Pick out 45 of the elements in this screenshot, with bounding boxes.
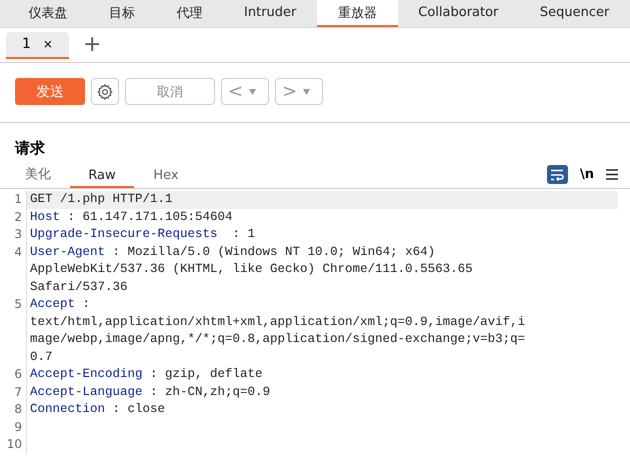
main-tab[interactable]: Collaborator bbox=[398, 0, 520, 27]
settings-button[interactable] bbox=[91, 78, 119, 105]
line-number: 3 bbox=[0, 226, 27, 244]
tab-label: 1 bbox=[22, 36, 31, 52]
word-wrap-button[interactable] bbox=[546, 165, 568, 184]
code-line: Safari/537.36 bbox=[30, 278, 129, 296]
dropdown-caret-icon bbox=[249, 88, 256, 94]
view-tab[interactable]: Raw bbox=[70, 168, 134, 188]
view-tab[interactable]: Hex bbox=[134, 168, 198, 188]
header-line: Accept-Language : zh-CN,zh;q=0.9 bbox=[30, 384, 272, 400]
header-line: Accept-Encoding : gzip, deflate bbox=[30, 366, 264, 383]
line-number: 5 bbox=[0, 296, 27, 366]
header-line: Upgrade-Insecure-Requests : 1 bbox=[30, 226, 256, 243]
header-line: Host : 61.147.171.105:54604 bbox=[30, 208, 234, 226]
header-line: Connection : close bbox=[30, 401, 166, 418]
code-line: AppleWebKit/537.36 (KHTML, like Gecko) Chrome/111.0.5563.65 bbox=[30, 261, 474, 278]
main-tab[interactable]: 重放器 bbox=[317, 0, 398, 27]
line-number: 6 bbox=[0, 366, 27, 384]
request-title: 请求 bbox=[0, 122, 630, 164]
settings-icon bbox=[96, 82, 114, 100]
main-tab[interactable]: Sequencer bbox=[519, 0, 630, 27]
line-number: 7 bbox=[0, 384, 27, 401]
code-line: GET /1.php HTTP/1.1 bbox=[30, 191, 174, 208]
line-number: 10 bbox=[0, 436, 27, 454]
code-line: text/html,application/xhtml+xml,application/xml;q=0.9,image/avif,i bbox=[30, 314, 526, 330]
line-number: 8 bbox=[0, 401, 27, 418]
add-tab-button[interactable]: + bbox=[82, 34, 102, 56]
header-line: User-Agent : Mozilla/5.0 (Windows NT 10.0; Win64; x64) bbox=[30, 244, 436, 260]
close-tab-button[interactable]: × bbox=[42, 37, 53, 51]
line-number: 4 bbox=[0, 244, 27, 296]
header-line: Accept : bbox=[30, 296, 92, 313]
line-number: 9 bbox=[0, 418, 27, 436]
view-tab[interactable]: 美化 bbox=[6, 165, 70, 188]
main-tab[interactable]: 目标 bbox=[88, 0, 156, 27]
code-line: 0.7 bbox=[30, 348, 54, 366]
code-line: mage/webp,image/apng,*/*;q=0.8,application/signed-exchange;v=b3;q= bbox=[30, 331, 526, 348]
wrap-lines-icon bbox=[550, 168, 564, 180]
menu-icon[interactable] bbox=[606, 169, 618, 180]
dropdown-caret-icon bbox=[303, 88, 310, 94]
newline-toggle[interactable]: \n bbox=[580, 167, 594, 182]
main-tab[interactable]: Intruder bbox=[223, 0, 318, 27]
request-tab[interactable]: 1 × bbox=[6, 32, 69, 58]
line-number: 2 bbox=[0, 208, 27, 226]
main-tab[interactable]: 代理 bbox=[156, 0, 224, 27]
main-tab[interactable]: 仪表盘 bbox=[8, 0, 88, 27]
